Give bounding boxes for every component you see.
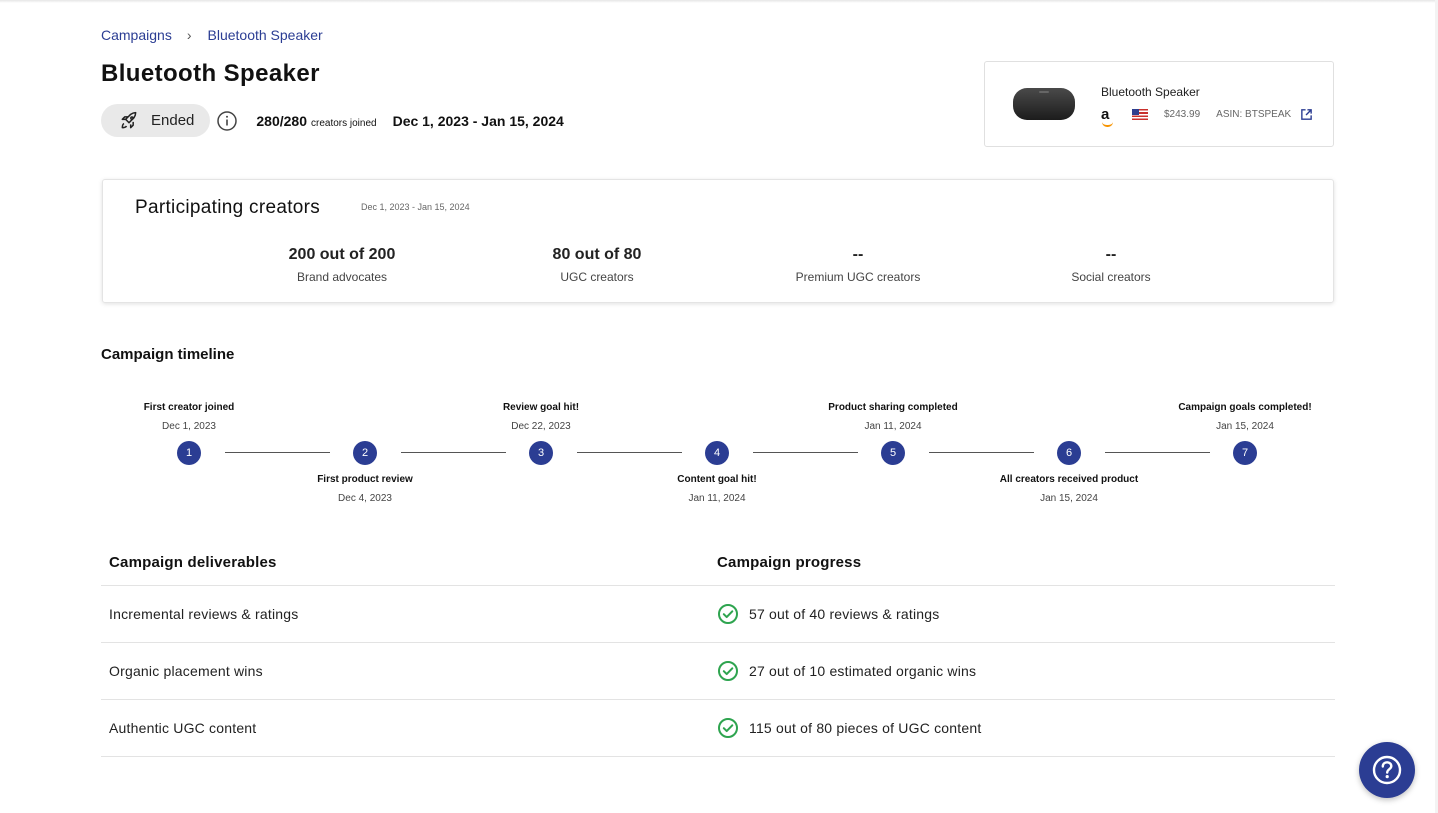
- deliverable-progress: 57 out of 40 reviews & ratings: [717, 603, 939, 625]
- timeline-event-title: First creator joined: [143, 402, 235, 413]
- info-icon[interactable]: [216, 110, 238, 132]
- timeline-event-title: First product review: [317, 474, 413, 485]
- amazon-icon: a: [1101, 107, 1114, 127]
- creators-joined-count: 280/280: [256, 112, 307, 129]
- timeline-event-date: Dec 4, 2023: [338, 493, 392, 504]
- timeline-event-date: Dec 22, 2023: [511, 421, 571, 432]
- timeline-event-title: Campaign goals completed!: [1178, 402, 1312, 413]
- participating-creators-date: Dec 1, 2023 - Jan 15, 2024: [361, 202, 470, 212]
- timeline-event: All creators received product Jan 15, 20…: [969, 474, 1169, 504]
- stat-brand-advocates: 200 out of 200 Brand advocates: [242, 246, 442, 284]
- timeline-connector: [577, 452, 682, 453]
- timeline-event-date: Jan 15, 2024: [1040, 493, 1098, 504]
- help-icon: [1372, 755, 1402, 785]
- participating-creators-card: Participating creators Dec 1, 2023 - Jan…: [102, 179, 1334, 303]
- timeline-event: Product sharing completed Jan 11, 2024: [793, 402, 993, 432]
- rocket-icon: [121, 111, 137, 128]
- timeline-step-5: 5: [881, 441, 905, 465]
- timeline-event-title: All creators received product: [999, 474, 1139, 485]
- campaign-date-range: Dec 1, 2023 - Jan 15, 2024: [392, 112, 564, 129]
- status-badge: Ended: [101, 104, 211, 137]
- stat-value: 80 out of 80: [552, 246, 642, 263]
- creators-joined-label: creators joined: [310, 117, 377, 129]
- stat-ugc-creators: 80 out of 80 UGC creators: [497, 246, 697, 284]
- timeline-event-title: Review goal hit!: [502, 402, 580, 413]
- product-card: Bluetooth Speaker a $243.99 ASIN: BTSPEA…: [984, 61, 1334, 147]
- timeline-step-2: 2: [353, 441, 377, 465]
- progress-text: 57 out of 40 reviews & ratings: [749, 606, 940, 622]
- top-shadow: [0, 0, 1438, 3]
- timeline-connector: [225, 452, 330, 453]
- timeline-event: Content goal hit! Jan 11, 2024: [617, 474, 817, 504]
- timeline-event: Review goal hit! Dec 22, 2023: [441, 402, 641, 432]
- timeline-connector: [1105, 452, 1210, 453]
- page-title: Bluetooth Speaker: [101, 60, 320, 87]
- timeline-event-date: Jan 15, 2024: [1216, 421, 1274, 432]
- timeline-connector: [929, 452, 1034, 453]
- table-row: Incremental reviews & ratings 57 out of …: [101, 586, 1335, 643]
- timeline-event: Campaign goals completed! Jan 15, 2024: [1145, 402, 1345, 432]
- timeline-event-title: Content goal hit!: [677, 474, 757, 485]
- timeline-event: First product review Dec 4, 2023: [265, 474, 465, 504]
- timeline-step-7: 7: [1233, 441, 1257, 465]
- timeline-connector: [401, 452, 506, 453]
- chevron-right-icon: ›: [186, 27, 192, 43]
- us-flag-icon: [1132, 109, 1148, 120]
- status-label: Ended: [151, 112, 195, 129]
- check-circle-icon: [718, 661, 738, 681]
- campaign-timeline: 1 2 3 4 5 6 7 First creator joined Dec 1…: [0, 390, 1438, 510]
- creators-joined: 280/280 creators joined: [256, 113, 376, 129]
- deliverable-progress: 27 out of 10 estimated organic wins: [717, 660, 976, 682]
- stat-value: 200 out of 200: [288, 246, 396, 263]
- help-button[interactable]: [1359, 742, 1415, 798]
- product-image: [1013, 88, 1075, 120]
- timeline-event: First creator joined Dec 1, 2023: [89, 402, 289, 432]
- external-link-icon[interactable]: [1300, 108, 1313, 121]
- product-name: Bluetooth Speaker: [1101, 85, 1200, 99]
- stat-social-creators: -- Social creators: [1011, 246, 1211, 284]
- timeline-event-date: Jan 11, 2024: [864, 421, 922, 432]
- deliverable-name: Incremental reviews & ratings: [109, 606, 299, 622]
- product-asin: ASIN: BTSPEAK: [1216, 109, 1292, 120]
- stat-value: --: [1105, 246, 1117, 263]
- timeline-event-title: Product sharing completed: [828, 402, 958, 413]
- deliverable-name: Organic placement wins: [109, 663, 263, 679]
- timeline-event-date: Dec 1, 2023: [162, 421, 216, 432]
- breadcrumb: Campaigns › Bluetooth Speaker: [101, 27, 323, 43]
- timeline-connector: [753, 452, 858, 453]
- stat-value: --: [852, 246, 864, 263]
- timeline-step-3: 3: [529, 441, 553, 465]
- table-header: Campaign deliverables Campaign progress: [101, 540, 1335, 586]
- timeline-step-6: 6: [1057, 441, 1081, 465]
- timeline-step-1: 1: [177, 441, 201, 465]
- stat-premium-ugc-creators: -- Premium UGC creators: [758, 246, 958, 284]
- product-price: $243.99: [1164, 109, 1201, 120]
- deliverable-name: Authentic UGC content: [109, 720, 257, 736]
- timeline-step-4: 4: [705, 441, 729, 465]
- deliverable-progress: 115 out of 80 pieces of UGC content: [717, 717, 981, 739]
- product-details: a $243.99 ASIN: BTSPEAK: [1101, 107, 1313, 127]
- progress-text: 27 out of 10 estimated organic wins: [749, 663, 977, 679]
- stat-label: Social creators: [1071, 270, 1151, 284]
- participating-creators-title: Participating creators: [135, 197, 321, 218]
- check-circle-icon: [718, 718, 738, 738]
- table-row: Organic placement wins 27 out of 10 esti…: [101, 643, 1335, 700]
- breadcrumb-campaigns-link[interactable]: Campaigns: [101, 27, 172, 43]
- progress-header: Campaign progress: [717, 554, 862, 571]
- timeline-event-date: Jan 11, 2024: [688, 493, 746, 504]
- breadcrumb-current[interactable]: Bluetooth Speaker: [208, 27, 323, 43]
- deliverables-header: Campaign deliverables: [109, 554, 277, 571]
- stat-label: Brand advocates: [296, 270, 388, 284]
- progress-text: 115 out of 80 pieces of UGC content: [749, 720, 982, 736]
- stat-label: Premium UGC creators: [795, 270, 921, 284]
- table-row: Authentic UGC content 115 out of 80 piec…: [101, 700, 1335, 757]
- campaign-timeline-title: Campaign timeline: [101, 346, 235, 363]
- deliverables-table: Campaign deliverables Campaign progress …: [101, 540, 1335, 757]
- campaign-meta: Ended 280/280 creators joined Dec 1, 2023…: [101, 104, 564, 137]
- stat-label: UGC creators: [560, 270, 634, 284]
- check-circle-icon: [718, 604, 738, 624]
